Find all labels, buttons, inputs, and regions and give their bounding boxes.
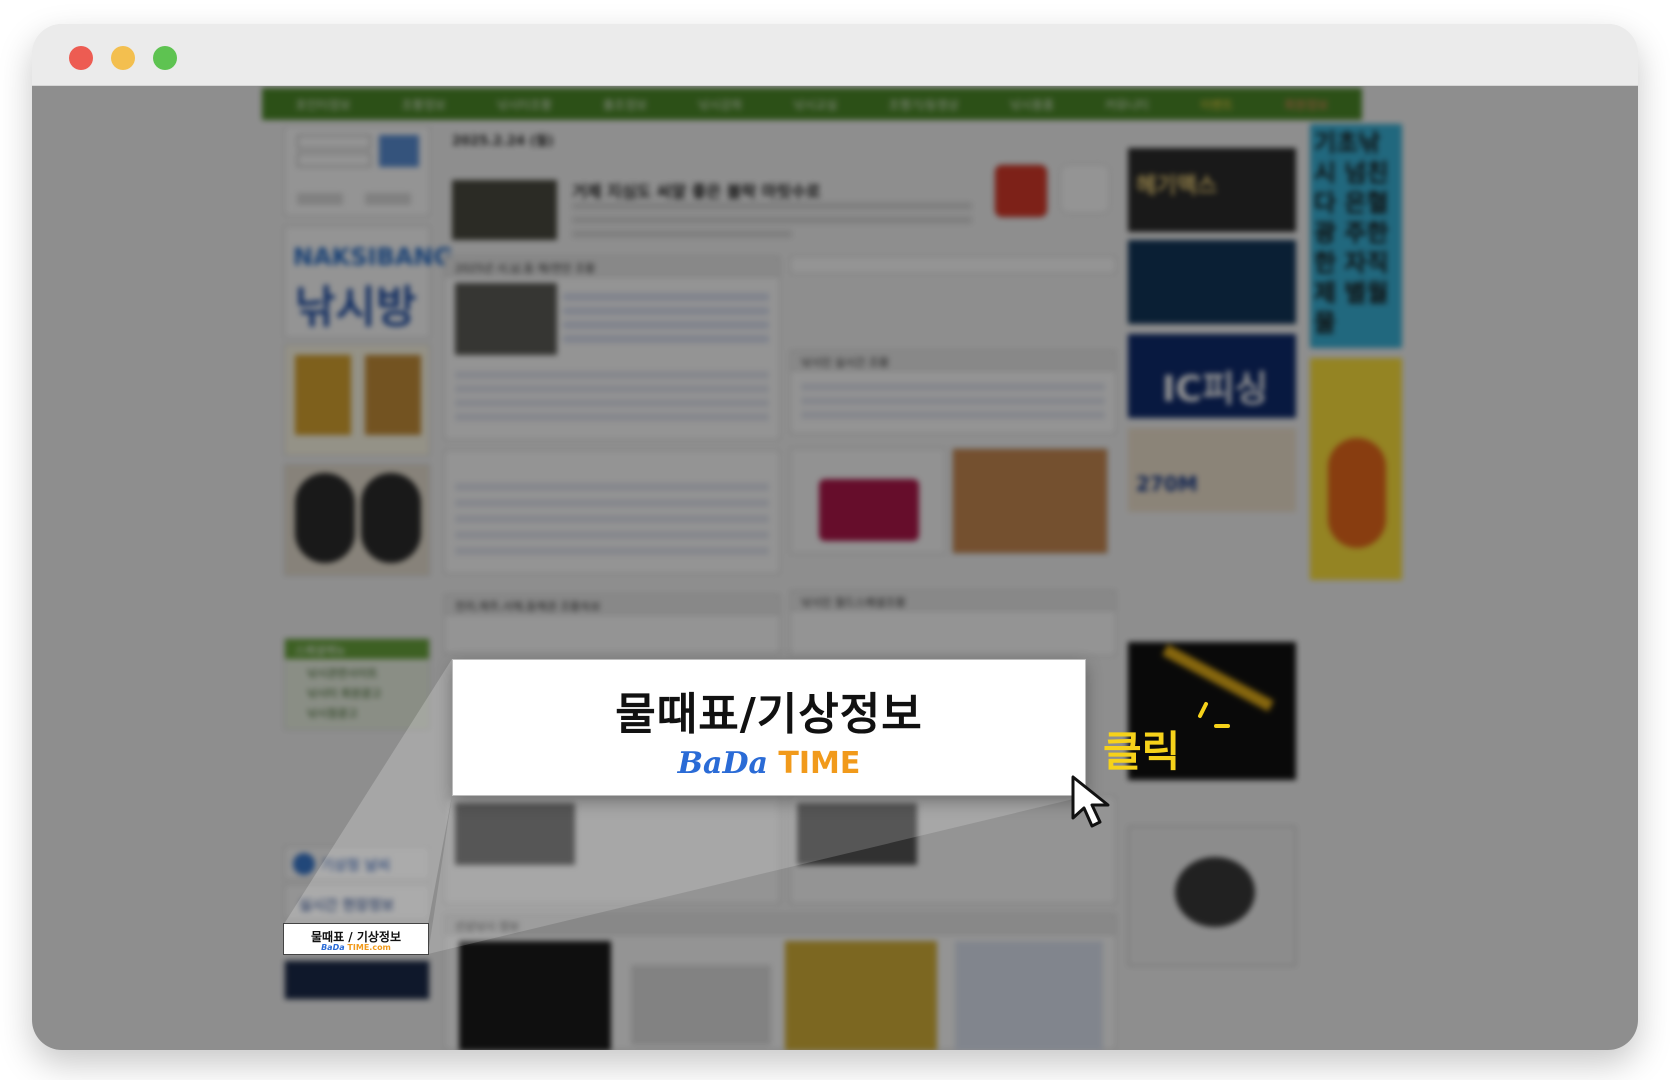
mini-banner-brand: BaDa TIME.com bbox=[321, 943, 391, 952]
dim-overlay bbox=[32, 86, 1638, 1050]
callout-brand: BaDa TIME bbox=[453, 746, 1085, 781]
brand-time: TIME bbox=[778, 746, 861, 781]
minimize-window-button[interactable] bbox=[111, 46, 135, 70]
click-annotation: 클릭 bbox=[1103, 727, 1181, 776]
click-sparks-icon bbox=[1198, 702, 1230, 728]
zoom-window-button[interactable] bbox=[153, 46, 177, 70]
tide-weather-callout[interactable]: 물때표/기상정보 BaDa TIME bbox=[452, 659, 1086, 796]
brand-bada: BaDa bbox=[677, 746, 768, 781]
window-titlebar bbox=[32, 24, 1638, 86]
browser-window: 포인터정보 조황정보 낚시터조황 출조정보 낚시강좌 낚시교실 조행기/동영상 … bbox=[32, 24, 1638, 1050]
mouse-pointer-icon bbox=[1071, 775, 1110, 828]
web-viewport: 포인터정보 조황정보 낚시터조황 출조정보 낚시강좌 낚시교실 조행기/동영상 … bbox=[32, 86, 1638, 1050]
tide-weather-mini-banner[interactable]: 물때표 / 기상정보 BaDa TIME.com bbox=[283, 923, 429, 955]
callout-title: 물때표/기상정보 bbox=[615, 689, 923, 740]
close-window-button[interactable] bbox=[69, 46, 93, 70]
